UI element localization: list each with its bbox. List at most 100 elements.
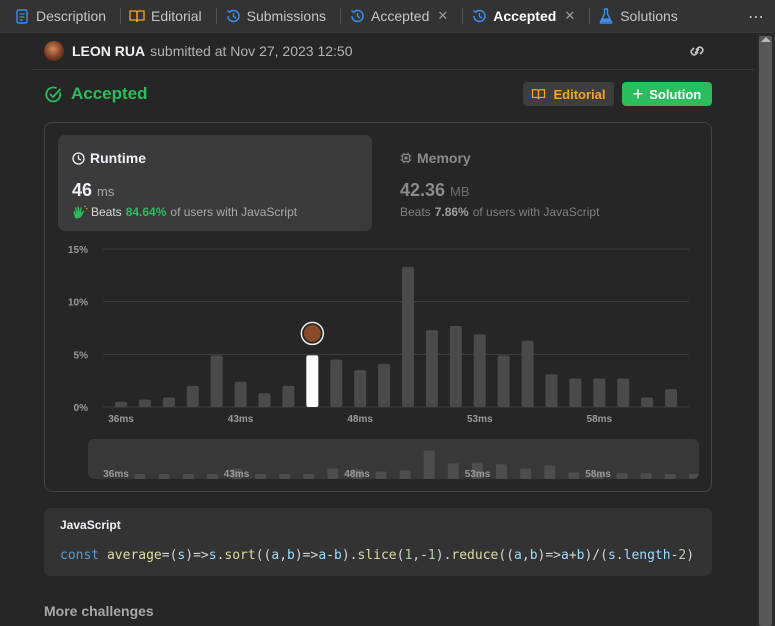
user-avatar-face — [303, 324, 321, 342]
overview-tick-label: 43ms — [224, 469, 250, 479]
runtime-distribution-chart[interactable]: 15% 10% 5% 0% 36ms 43ms 48ms 53ms 58ms — [58, 238, 708, 438]
overview-bar — [568, 472, 580, 479]
overview-bar — [375, 471, 387, 479]
editorial-button[interactable]: Editorial — [523, 82, 614, 106]
chart-bar — [665, 389, 678, 407]
more-options-icon[interactable]: ⋯ — [748, 7, 765, 27]
tab-solutions[interactable]: Solutions — [594, 0, 688, 33]
memory-value: 42.36 MB — [400, 180, 470, 201]
beats-percent: 84.64% — [125, 205, 167, 219]
chart-bar — [521, 340, 534, 407]
tab-divider — [120, 8, 122, 24]
chart-bar — [258, 393, 271, 407]
close-icon[interactable]: ✕ — [564, 8, 575, 24]
plus-icon: + — [632, 84, 644, 104]
tab-label: Editorial — [151, 8, 202, 24]
add-solution-button[interactable]: + Solution — [622, 82, 712, 106]
flask-icon — [598, 8, 614, 24]
overview-bar — [279, 474, 291, 479]
solution-label: Solution — [649, 86, 702, 102]
runtime-value: 46 ms — [72, 180, 114, 201]
runtime-number: 46 — [72, 180, 93, 200]
overview-bar — [255, 473, 266, 479]
highlighted-bar — [306, 355, 319, 407]
chart-bar — [425, 330, 438, 407]
tab-label: Solutions — [620, 8, 678, 24]
chart-bar — [449, 325, 462, 407]
submission-time: submitted at Nov 27, 2023 12:50 — [150, 43, 353, 59]
share-link-icon[interactable] — [686, 42, 708, 65]
chart-bar — [234, 381, 247, 407]
tab-bar: Description Editorial Submissions Accept… — [0, 0, 775, 33]
tab-description[interactable]: Description — [10, 0, 116, 33]
tab-label: Accepted — [493, 8, 557, 24]
clap-hands-icon — [73, 205, 88, 219]
overview-bar — [134, 474, 146, 479]
y-tick-label: 0% — [74, 403, 89, 414]
chart-bar — [569, 378, 582, 407]
history-icon — [349, 8, 365, 24]
x-tick-label: 36ms — [108, 414, 134, 425]
chart-bar — [641, 397, 654, 407]
scroll-up-arrow-icon[interactable] — [761, 37, 771, 42]
x-tick-label: 48ms — [347, 414, 373, 425]
history-icon — [225, 8, 241, 24]
chart-bar — [402, 266, 414, 407]
chart-bar — [186, 385, 199, 407]
tab-divider — [340, 8, 341, 24]
code-panel — [44, 508, 712, 576]
chart-bar — [354, 370, 367, 407]
check-circle-icon — [45, 86, 62, 102]
tab-divider — [215, 8, 217, 24]
chart-bar — [497, 355, 510, 407]
x-tick-label: 43ms — [228, 414, 254, 425]
overview-bar — [664, 474, 676, 479]
beats-suffix: of users with JavaScript — [472, 205, 600, 219]
tab-accepted-1[interactable]: Accepted ✕ — [345, 0, 458, 33]
tab-label: Accepted — [371, 8, 430, 24]
tab-label: Description — [36, 8, 107, 24]
overview-bar — [640, 473, 652, 479]
chart-bar — [115, 401, 127, 407]
tab-divider — [589, 8, 591, 24]
overview-bar — [520, 468, 532, 479]
chart-range-overview[interactable]: 36ms 43ms 48ms 53ms 58ms — [88, 439, 699, 479]
chart-bar — [545, 374, 558, 407]
tab-divider — [462, 8, 464, 24]
more-challenges-heading: More challenges — [44, 603, 154, 619]
runtime-unit: ms — [97, 184, 115, 199]
beats-label: Beats — [400, 205, 431, 219]
overview-chart[interactable]: 36ms 43ms 48ms 53ms 58ms — [88, 439, 699, 479]
tab-editorial[interactable]: Editorial — [125, 0, 212, 33]
overview-bar — [327, 468, 339, 479]
chart-bar — [138, 399, 151, 407]
chart-bar — [282, 385, 295, 407]
beats-suffix: of users with JavaScript — [170, 205, 298, 219]
avatar[interactable] — [44, 41, 64, 61]
tab-accepted-2[interactable]: Accepted ✕ — [467, 0, 585, 33]
x-tick-label: 58ms — [587, 414, 613, 425]
overview-bar — [616, 473, 628, 479]
close-icon[interactable]: ✕ — [437, 8, 448, 24]
memory-title-text: Memory — [417, 150, 471, 166]
code-snippet: const average=(s)=>s.sort((a,b)=>a-b).sl… — [60, 548, 695, 563]
tab-submissions[interactable]: Submissions — [221, 0, 336, 33]
overview-bar — [447, 463, 459, 479]
scrollbar-thumb[interactable] — [759, 36, 772, 626]
chart-bar — [617, 378, 630, 407]
username-link[interactable]: LEON RUA — [72, 43, 145, 59]
runtime-title: Runtime — [72, 150, 146, 166]
memory-unit: MB — [450, 184, 470, 199]
overview-tick-label: 48ms — [344, 469, 370, 479]
y-tick-label: 10% — [68, 298, 88, 309]
history-icon — [471, 8, 487, 24]
runtime-beats: Beats 84.64% of users with JavaScript — [72, 205, 297, 219]
x-tick-label: 53ms — [467, 414, 493, 425]
chart-bar — [378, 363, 391, 407]
memory-title[interactable]: Memory — [400, 150, 471, 166]
chart-bar — [473, 334, 486, 407]
chart-bar — [330, 359, 343, 407]
chart-bar — [210, 355, 223, 407]
overview-tick-label: 36ms — [103, 469, 129, 479]
y-tick-label: 15% — [68, 245, 88, 256]
